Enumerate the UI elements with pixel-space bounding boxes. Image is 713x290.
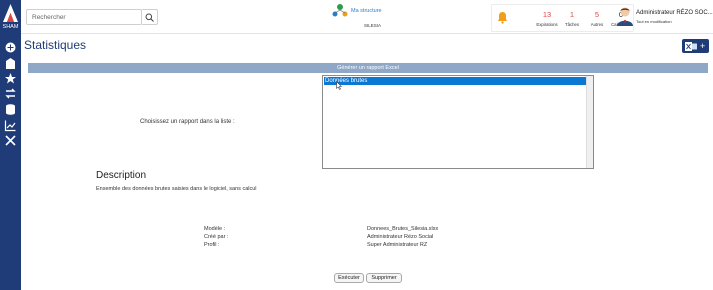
created-by-label: Créé par : [204,234,229,240]
app-logo-text: SHAM [2,24,19,30]
counter-label: Expirations [536,22,558,27]
chart-line-icon[interactable] [4,119,17,132]
sidebar: SHAM [0,0,21,290]
created-by-value: Administrateur Rézo Social [367,234,434,240]
bell-icon[interactable] [497,11,508,24]
search-icon [145,13,154,22]
mouse-cursor-icon [336,77,343,95]
user-name: Administrateur RÉZO SOC... [636,10,713,16]
counter-value: 1 [569,10,575,19]
structure-title[interactable]: Ma structure [351,8,382,14]
plus-circle-icon[interactable] [4,41,17,54]
report-listbox[interactable]: Données brutes [322,75,594,169]
counter-expirations[interactable]: 13 Expirations [533,10,561,27]
transfer-icon[interactable] [4,87,17,100]
counter-label: Tâches [564,22,580,27]
model-label: Modèle : [204,226,226,232]
search-button[interactable] [142,9,158,25]
building-icon[interactable] [4,57,17,70]
database-icon[interactable] [4,103,17,116]
description-heading: Description [96,170,147,181]
counter-value: 13 [542,10,552,19]
list-item[interactable]: Données brutes [324,77,586,85]
choose-report-label: Choisissez un rapport dans la liste : [140,119,235,125]
notifications-panel: 13 Expirations 1 Tâches 5 Autres 0 Calen… [491,4,634,32]
description-text: Ensemble des données brutes saisies dans… [96,186,257,192]
tools-icon[interactable] [4,134,17,147]
listbox-scrollbar[interactable] [586,76,593,168]
model-value: Donnees_Brutes_Silesia.xlsx [367,226,439,232]
star-icon[interactable] [4,72,17,85]
profile-label: Profil : [204,242,220,248]
avatar [616,6,634,26]
delete-button[interactable]: Supprimer [366,273,402,283]
structure-subtitle: SILESIA [364,23,382,28]
execute-button[interactable]: Exécuter [334,273,364,283]
section-header: Générer un rapport Excel [28,63,708,73]
page-title: Statistiques [24,38,87,52]
user-status: Tout en modification [636,19,672,24]
excel-icon [685,42,697,51]
top-bar: Ma structure SILESIA 13 Expirations 1 Tâ… [21,0,713,34]
profile-value: Super Administrateur RZ [367,242,428,248]
counter-taches[interactable]: 1 Tâches [558,10,586,27]
plus-icon: + [700,41,706,51]
structure-icon[interactable] [332,3,348,20]
excel-add-button[interactable]: + [682,39,709,53]
search-input[interactable] [26,9,142,25]
